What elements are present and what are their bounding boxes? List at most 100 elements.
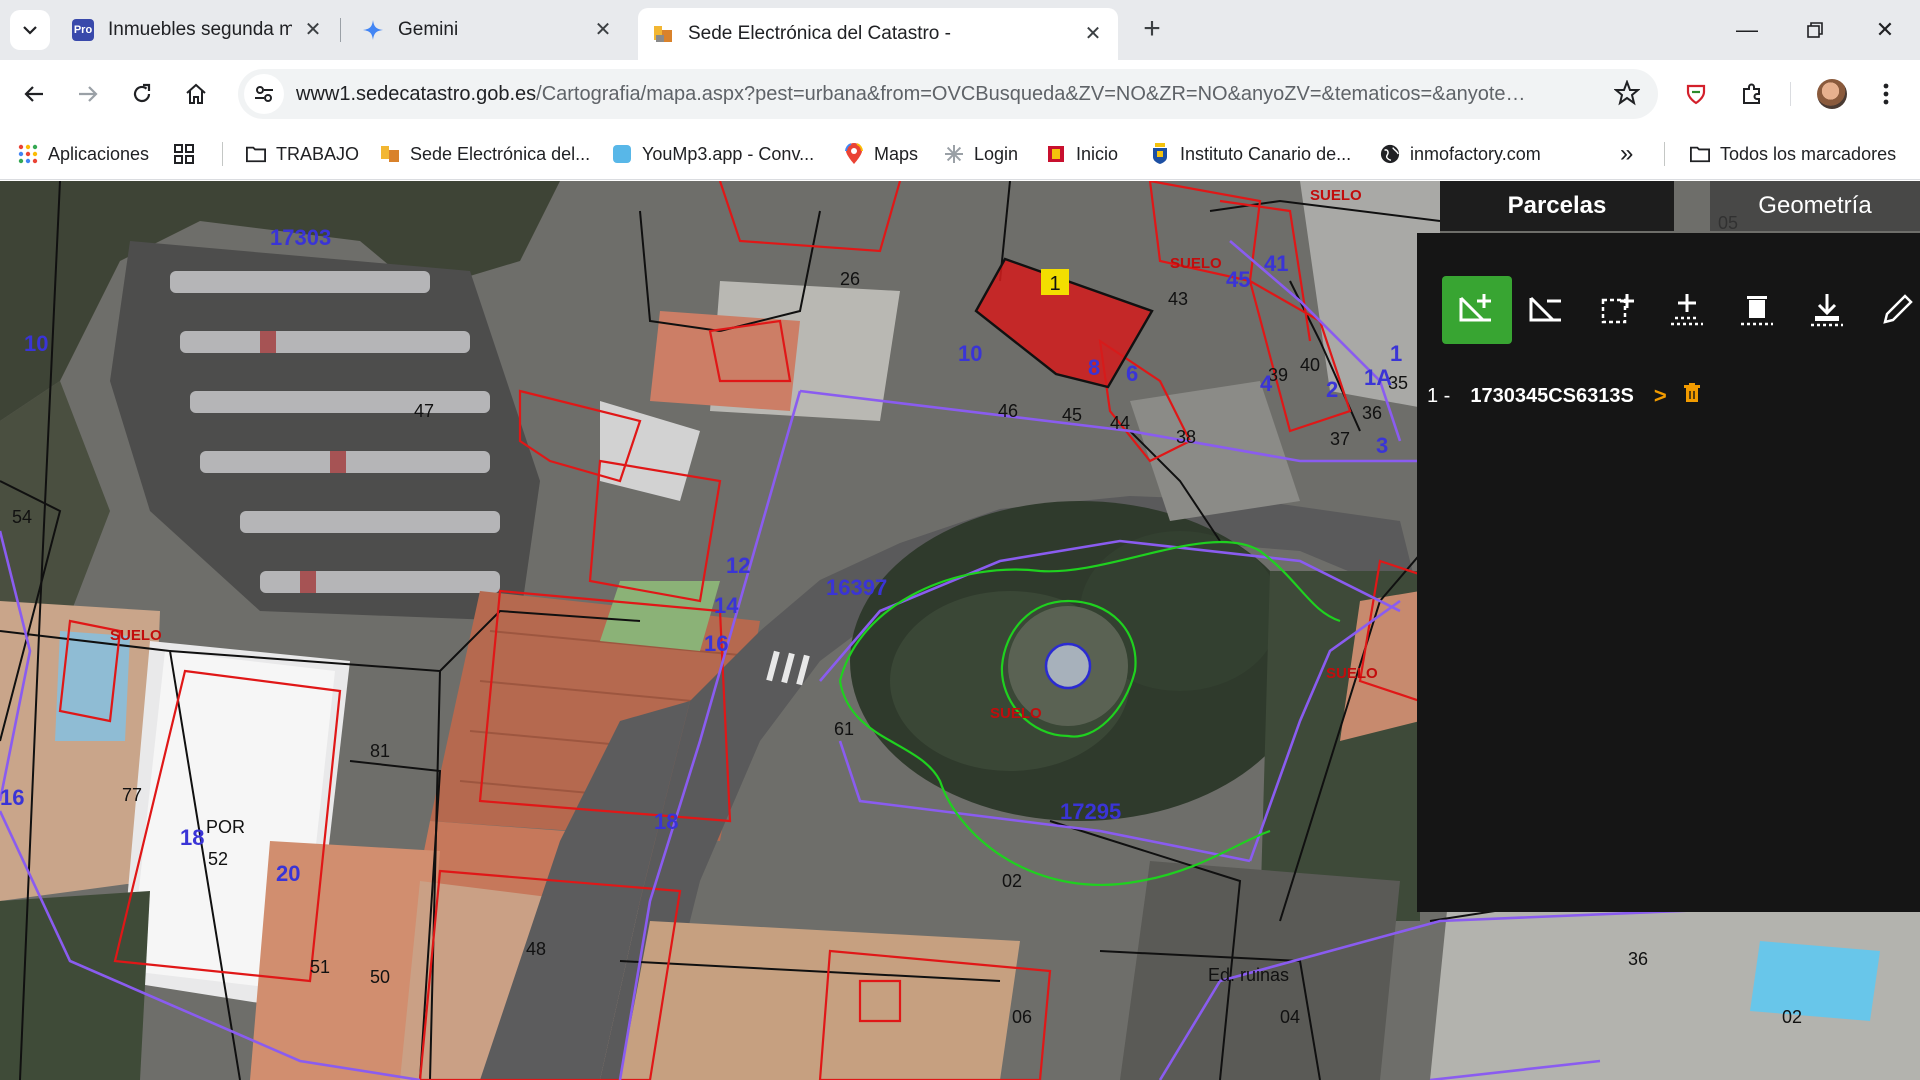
map-label-blue: 16 [0, 785, 25, 810]
trash-icon[interactable] [1683, 383, 1701, 409]
bookmark-label: Todos los marcadores [1720, 143, 1897, 164]
reload-button[interactable] [122, 74, 162, 114]
map-label-blue: 10 [24, 331, 49, 356]
new-tab-button[interactable]: + [1134, 12, 1170, 48]
bookmark-label: Maps [874, 143, 919, 164]
tune-icon [255, 86, 273, 102]
bookmark-label: Aplicaciones [48, 143, 150, 164]
toolbar-divider [1790, 82, 1791, 106]
tab-inmuebles[interactable]: Pro Inmuebles segunda mano - Fot ✕ [58, 8, 338, 52]
map-label: 45 [1062, 405, 1083, 425]
remove-parcel-button[interactable] [1512, 276, 1582, 344]
close-icon[interactable]: ✕ [592, 19, 614, 41]
bookmark-sede[interactable]: Sede Electrónica del... [380, 140, 590, 168]
bookmarks-overflow-button[interactable]: » [1620, 140, 1633, 168]
bookmark-star-button[interactable] [1613, 79, 1641, 111]
map-label: 81 [370, 741, 391, 761]
bookmark-instituto[interactable]: Instituto Canario de... [1150, 140, 1351, 168]
map-label-blue: 1 [1390, 341, 1403, 366]
reload-icon [133, 83, 151, 103]
star-icon [1613, 79, 1641, 106]
red-extension-icon [1686, 84, 1706, 105]
overflow-chevron-icon: » [1620, 140, 1634, 167]
map-label-blue: 16 [704, 631, 729, 656]
folder-icon [246, 144, 266, 164]
parcel-index: 1 - [1427, 384, 1451, 407]
map-label-blue: 17303 [270, 225, 332, 250]
bookmark-label: Sede Electrónica del... [410, 143, 591, 164]
bookmark-login[interactable]: Login [944, 140, 1018, 168]
tab-groups-button[interactable] [174, 140, 204, 168]
select-area-icon [1601, 294, 1634, 324]
map-label: 02 [1782, 1007, 1803, 1027]
download-button[interactable] [1792, 276, 1862, 344]
add-parcel-button[interactable] [1442, 276, 1512, 344]
profile-button[interactable] [1812, 74, 1852, 114]
map-label: 54 [12, 507, 33, 527]
menu-button[interactable] [1866, 74, 1906, 114]
parcel-list-item[interactable]: 1 - 1730345CS6313S > [1427, 383, 1701, 409]
chevron-down-icon [23, 26, 37, 35]
remove-parcel-icon [1529, 296, 1561, 322]
back-button[interactable] [14, 74, 54, 114]
parcel-panel: 1 - 1730345CS6313S > [1417, 233, 1920, 912]
map-label-blue: 17295 [1060, 799, 1122, 824]
chevron-right-icon[interactable]: > [1654, 383, 1667, 409]
bookmark-inicio[interactable]: Inicio [1046, 140, 1118, 168]
all-bookmarks-button[interactable]: Todos los marcadores [1690, 140, 1896, 168]
tab-title: Gemini [398, 19, 459, 40]
catastro-favicon-icon [652, 23, 674, 45]
bookmark-inmofactory[interactable]: inmofactory.com [1380, 140, 1541, 168]
map-label: 36 [1362, 403, 1383, 423]
map-label: 43 [1168, 289, 1189, 309]
map-label-red: SUELO [990, 705, 1042, 722]
forward-button[interactable] [68, 74, 108, 114]
bookmark-aplicaciones[interactable]: Aplicaciones [18, 140, 149, 168]
bookmark-label: Login [974, 143, 1019, 164]
close-icon[interactable]: ✕ [1082, 23, 1104, 45]
restore-button[interactable] [1790, 10, 1840, 50]
edit-button[interactable] [1862, 276, 1920, 344]
close-window-button[interactable]: ✕ [1860, 10, 1910, 50]
tab-catastro[interactable]: Sede Electrónica del Catastro - ✕ [638, 8, 1118, 60]
bookmark-maps[interactable]: Maps [844, 140, 918, 168]
map-label: 48 [526, 939, 547, 959]
add-point-button[interactable] [1652, 276, 1722, 344]
map-label-blue: 45 [1226, 267, 1251, 292]
map-label-blue: 18 [180, 825, 205, 850]
extension-shield-button[interactable] [1676, 74, 1716, 114]
minimize-button[interactable]: — [1722, 10, 1772, 50]
map-label: 52 [208, 849, 229, 869]
extensions-button[interactable] [1732, 74, 1772, 114]
address-bar[interactable]: www1.sedecatastro.gob.es/Cartografia/map… [238, 69, 1658, 119]
home-button[interactable] [176, 74, 216, 114]
map-label: 77 [122, 785, 143, 805]
site-info-button[interactable] [244, 74, 284, 114]
select-area-button[interactable] [1582, 276, 1652, 344]
bookmark-label: YouMp3.app - Conv... [642, 143, 815, 164]
map-label: 46 [998, 401, 1019, 421]
map-label: 38 [1176, 427, 1197, 447]
delete-all-button[interactable] [1722, 276, 1792, 344]
bookmark-trabajo[interactable]: TRABAJO [246, 140, 359, 168]
map-label: 06 [1012, 1007, 1033, 1027]
tab-search-button[interactable] [10, 10, 50, 50]
kebab-menu-icon [1883, 83, 1889, 105]
map-label-blue: 4 [1260, 371, 1273, 396]
gemini-sparkle-icon [362, 19, 384, 41]
bookmarks-bar: Aplicaciones TRABAJO Sede Electrónica de… [0, 128, 1920, 180]
pro-favicon-icon: Pro [72, 19, 94, 41]
url-text[interactable]: www1.sedecatastro.gob.es/Cartografia/map… [296, 83, 1586, 106]
tab-geometria[interactable]: Geometría [1710, 181, 1920, 231]
close-icon[interactable]: ✕ [302, 19, 324, 41]
map-label: Ed. ruinas [1208, 965, 1290, 985]
map-label: 51 [310, 957, 331, 977]
tab-title: Inmuebles segunda mano - Fot [108, 19, 292, 40]
map-label-red: SUELO [1326, 665, 1378, 682]
map-label: 02 [1002, 871, 1023, 891]
bookmark-yoump3[interactable]: YouMp3.app - Conv... [612, 140, 814, 168]
grid-icon [174, 144, 194, 164]
map-label: 40 [1300, 355, 1321, 375]
tab-gemini[interactable]: Gemini ✕ [348, 8, 628, 52]
tab-parcelas[interactable]: Parcelas [1440, 181, 1674, 231]
